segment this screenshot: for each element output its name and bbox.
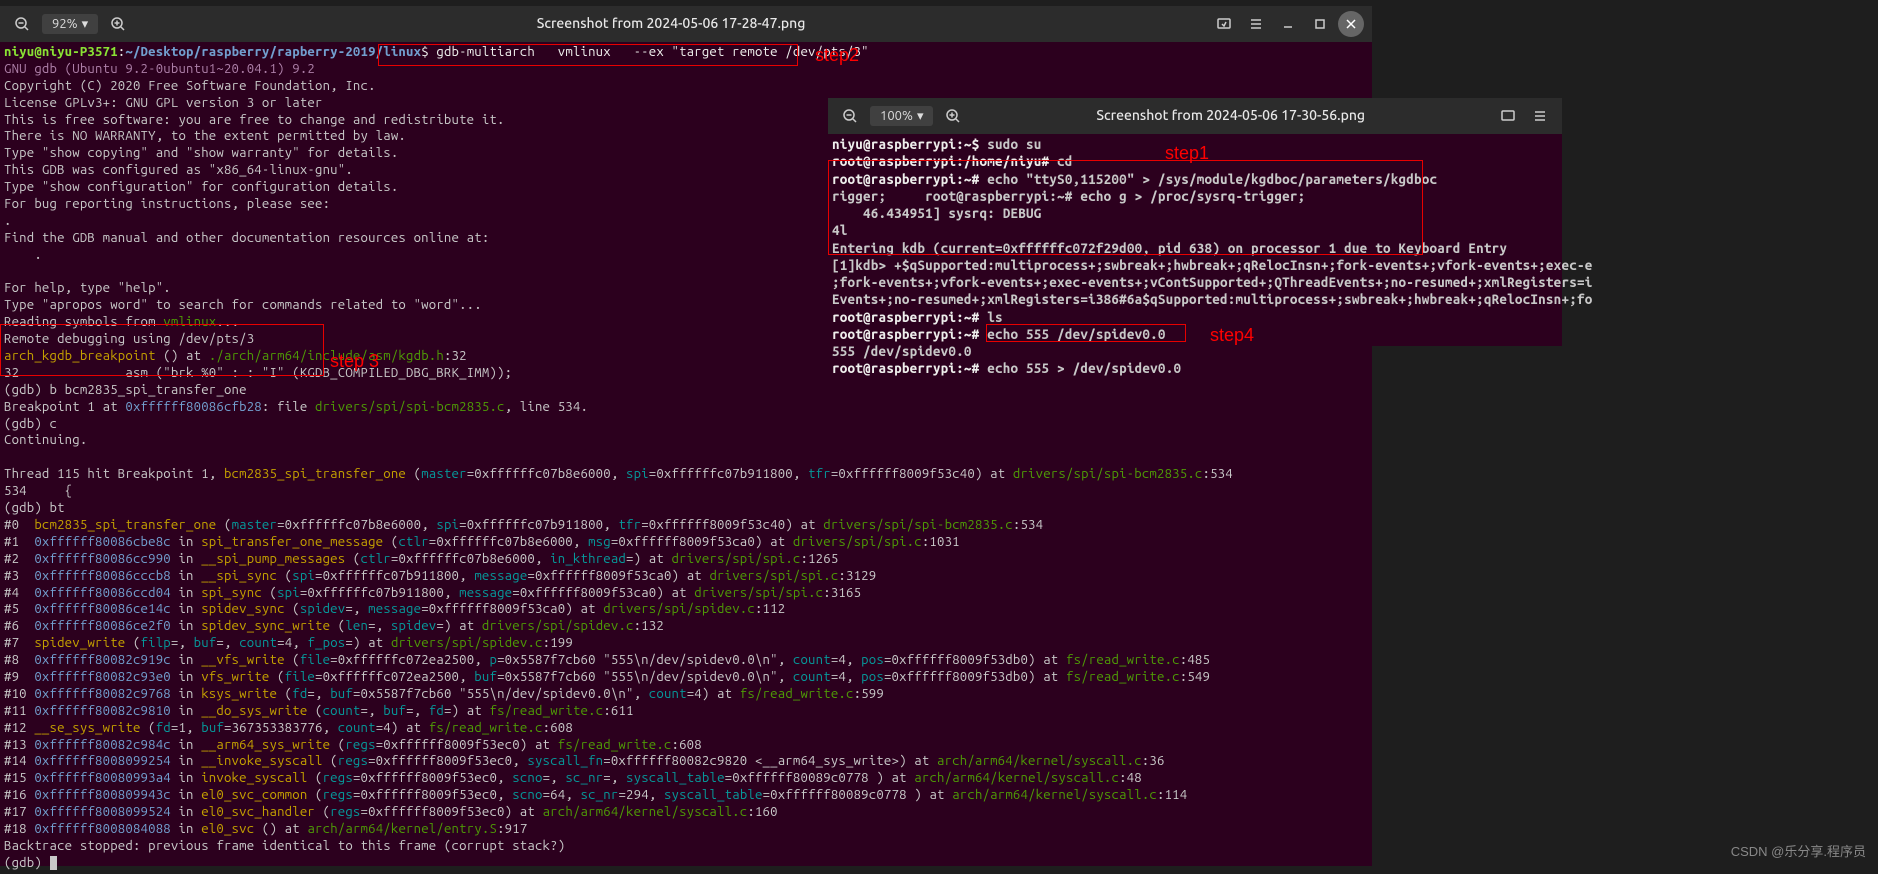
window-title-left: Screenshot from 2024-05-06 17-28-47.png: [132, 15, 1210, 33]
present-icon[interactable]: [1210, 10, 1238, 38]
titlebar-right: 100%▾ Screenshot from 2024-05-06 17-30-5…: [828, 98, 1562, 134]
minimize-button[interactable]: [1274, 10, 1302, 38]
zoom-level[interactable]: 100%▾: [870, 106, 933, 127]
close-button[interactable]: [1338, 11, 1364, 37]
zoom-out-icon[interactable]: [836, 102, 864, 130]
zoom-level[interactable]: 92%▾: [42, 14, 98, 35]
terminal-right[interactable]: niyu@raspberrypi:~$ sudo su root@raspber…: [828, 134, 1562, 380]
watermark: CSDN @乐分享.程序员: [1731, 844, 1866, 861]
zoom-in-icon[interactable]: [104, 10, 132, 38]
menu-icon[interactable]: [1526, 102, 1554, 130]
zoom-in-icon[interactable]: [939, 102, 967, 130]
zoom-out-icon[interactable]: [8, 10, 36, 38]
present-icon[interactable]: [1494, 102, 1522, 130]
maximize-button[interactable]: [1306, 10, 1334, 38]
window-title-right: Screenshot from 2024-05-06 17-30-56.png: [967, 107, 1494, 125]
menu-icon[interactable]: [1242, 10, 1270, 38]
titlebar-left: 92%▾ Screenshot from 2024-05-06 17-28-47…: [0, 6, 1372, 42]
raspberry-window: 100%▾ Screenshot from 2024-05-06 17-30-5…: [828, 98, 1562, 346]
